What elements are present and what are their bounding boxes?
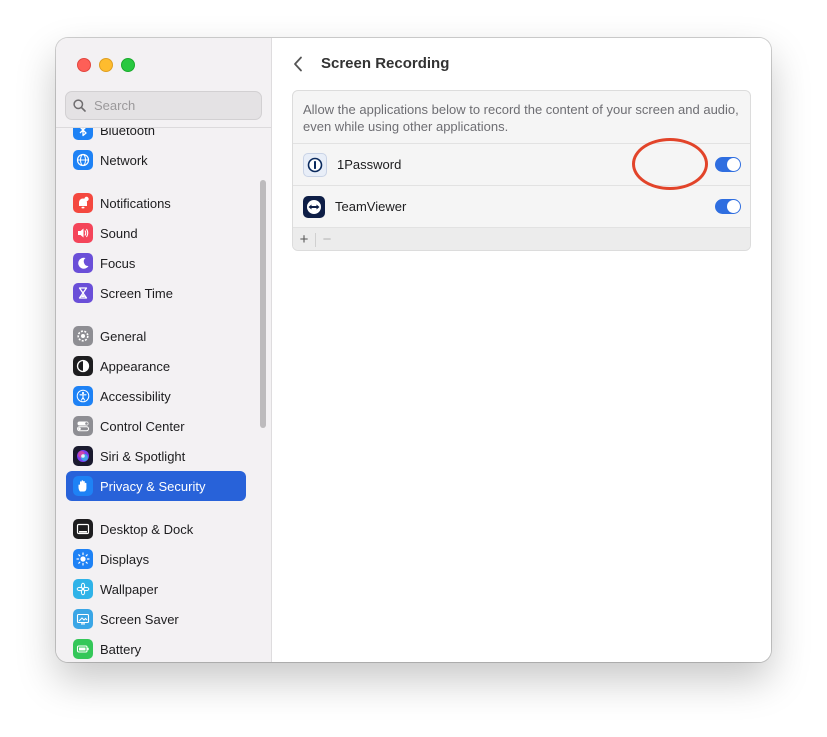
sidebar-item-label: Battery — [100, 641, 142, 657]
sidebar-item-label: Appearance — [100, 358, 171, 374]
sidebar: Bluetooth Network Notifications — [56, 38, 272, 662]
sidebar-item-label: Screen Time — [100, 285, 173, 301]
sidebar-item-appearance[interactable]: Appearance — [66, 351, 246, 381]
sidebar-item-siri-spotlight[interactable]: Siri & Spotlight — [66, 441, 246, 471]
screensaver-icon — [73, 609, 93, 629]
sidebar-item-label: Screen Saver — [100, 611, 179, 627]
speaker-icon — [73, 223, 93, 243]
zoom-button[interactable] — [121, 58, 135, 72]
highlight-circle-annotation — [632, 138, 708, 190]
sidebar-item-label: Accessibility — [100, 388, 171, 404]
app-row-teamviewer: TeamViewer — [293, 185, 750, 227]
remove-button[interactable]: − — [316, 230, 338, 250]
sidebar-item-label: Control Center — [100, 418, 185, 434]
hand-icon — [73, 476, 93, 496]
control-center-icon — [73, 416, 93, 436]
settings-window: Bluetooth Network Notifications — [56, 38, 771, 662]
sidebar-item-bluetooth[interactable]: Bluetooth — [66, 128, 246, 145]
sidebar-item-control-center[interactable]: Control Center — [66, 411, 246, 441]
battery-icon — [73, 639, 93, 659]
sidebar-item-accessibility[interactable]: Accessibility — [66, 381, 246, 411]
sidebar-item-privacy-security[interactable]: Privacy & Security — [66, 471, 246, 501]
onepassword-icon — [303, 152, 327, 177]
sidebar-item-notifications[interactable]: Notifications — [66, 188, 246, 218]
toggle-knob — [727, 158, 740, 171]
sidebar-item-label: General — [100, 328, 147, 344]
sidebar-item-label: Bluetooth — [100, 128, 155, 138]
appearance-icon — [73, 356, 93, 376]
teamviewer-icon — [303, 195, 325, 218]
sidebar-item-label: Displays — [100, 551, 150, 567]
sidebar-item-screen-saver[interactable]: Screen Saver — [66, 604, 246, 634]
sidebar-item-label: Wallpaper — [100, 581, 159, 597]
page-title: Screen Recording — [321, 55, 450, 72]
sidebar-item-focus[interactable]: Focus — [66, 248, 246, 278]
sidebar-item-label: Desktop & Dock — [100, 521, 194, 537]
dock-icon — [73, 519, 93, 539]
bluetooth-icon — [73, 128, 93, 140]
hourglass-icon — [73, 283, 93, 303]
sidebar-item-displays[interactable]: Displays — [66, 544, 246, 574]
sidebar-nav: Bluetooth Network Notifications Sound Fo… — [56, 128, 271, 662]
search-input[interactable] — [92, 97, 246, 114]
toggle-teamviewer[interactable] — [715, 199, 741, 214]
gear-icon — [73, 326, 93, 346]
globe-icon — [73, 150, 93, 170]
sidebar-item-general[interactable]: General — [66, 321, 246, 351]
toggle-knob — [727, 200, 740, 213]
toggle-1password[interactable] — [715, 157, 741, 172]
moon-icon — [73, 253, 93, 273]
siri-icon — [73, 446, 93, 466]
search-field[interactable] — [65, 91, 262, 120]
main-content: Screen Recording Allow the applications … — [272, 38, 771, 662]
sidebar-item-label: Network — [100, 152, 148, 168]
sidebar-item-desktop-dock[interactable]: Desktop & Dock — [66, 514, 246, 544]
back-button[interactable] — [290, 54, 306, 74]
sidebar-item-label: Privacy & Security — [100, 478, 206, 494]
sidebar-item-label: Notifications — [100, 195, 171, 211]
panel-description: Allow the applications below to record t… — [303, 102, 739, 134]
bell-icon — [73, 193, 93, 213]
sidebar-item-network[interactable]: Network — [66, 145, 246, 175]
minimize-button[interactable] — [99, 58, 113, 72]
sidebar-item-label: Focus — [100, 255, 136, 271]
sidebar-item-wallpaper[interactable]: Wallpaper — [66, 574, 246, 604]
app-name: TeamViewer — [335, 199, 407, 214]
sidebar-item-sound[interactable]: Sound — [66, 218, 246, 248]
sidebar-item-battery[interactable]: Battery — [66, 634, 246, 662]
sidebar-scrollbar[interactable] — [260, 180, 266, 428]
app-name: 1Password — [337, 157, 402, 172]
traffic-lights — [77, 58, 135, 72]
add-button[interactable]: + — [293, 230, 315, 250]
sidebar-item-label: Siri & Spotlight — [100, 448, 186, 464]
chevron-left-icon — [294, 56, 302, 72]
add-remove-bar: + − — [293, 227, 750, 250]
accessibility-icon — [73, 386, 93, 406]
sidebar-item-screen-time[interactable]: Screen Time — [66, 278, 246, 308]
search-icon — [73, 99, 86, 112]
sidebar-item-label: Sound — [100, 225, 138, 241]
sun-icon — [73, 549, 93, 569]
flower-icon — [73, 579, 93, 599]
close-button[interactable] — [77, 58, 91, 72]
